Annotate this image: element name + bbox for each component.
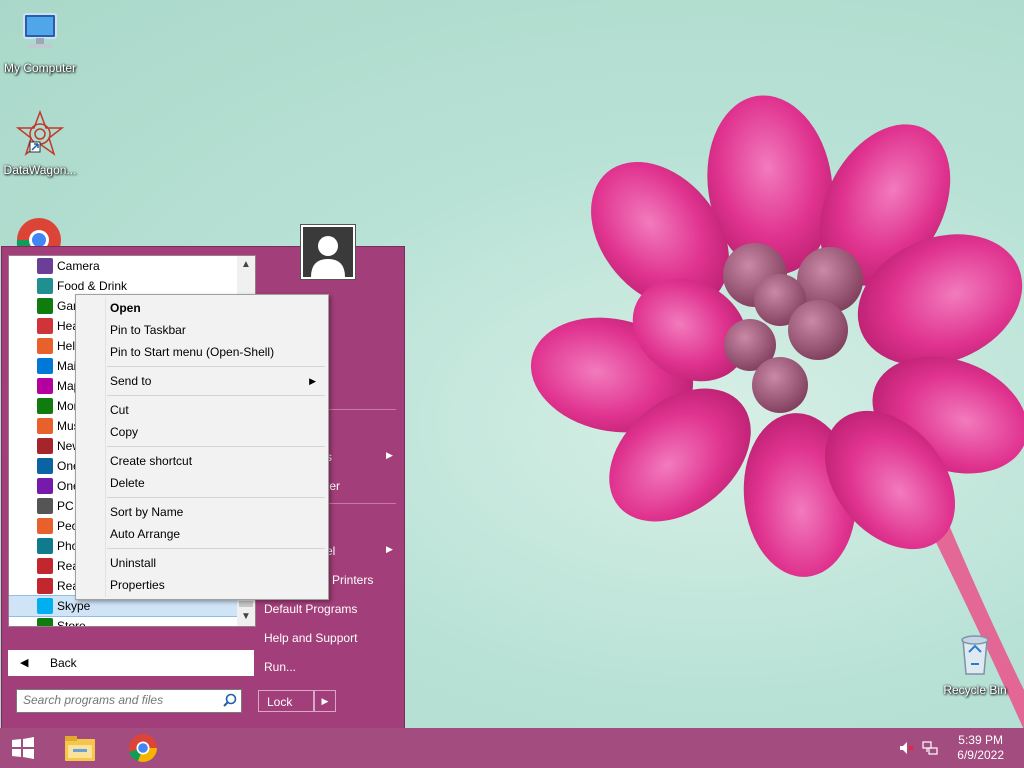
desktop-icon-my-computer[interactable]: My Computer	[0, 8, 80, 75]
search-box[interactable]	[16, 689, 242, 713]
program-icon	[37, 278, 53, 294]
program-icon	[37, 578, 53, 594]
right-item-help-support[interactable]: Help and Support	[264, 631, 357, 645]
ctx-pin-start[interactable]: Pin to Start menu (Open-Shell)	[110, 342, 324, 362]
taskbar: 5:39 PM 6/9/2022	[0, 728, 1024, 768]
desktop-icon-recycle-bin[interactable]: Recycle Bin	[935, 630, 1015, 697]
program-label: Camera	[57, 259, 100, 273]
program-icon	[37, 478, 53, 494]
program-icon	[37, 598, 53, 614]
desktop-icon-label: My Computer	[3, 61, 77, 75]
ctx-open[interactable]: Open	[110, 298, 324, 318]
ctx-send-to[interactable]: Send to ▶	[110, 371, 324, 391]
program-icon	[37, 358, 53, 374]
program-label: Food & Drink	[57, 279, 128, 293]
ctx-sort-by-name[interactable]: Sort by Name	[110, 502, 324, 522]
program-icon	[37, 258, 53, 274]
context-menu: Open Pin to Taskbar Pin to Start menu (O…	[75, 294, 329, 600]
start-button[interactable]	[6, 732, 40, 764]
program-icon	[37, 558, 53, 574]
ctx-auto-arrange[interactable]: Auto Arrange	[110, 524, 324, 544]
lock-options-arrow[interactable]: ▶	[314, 690, 336, 712]
program-icon	[37, 498, 53, 514]
search-icon[interactable]	[223, 693, 237, 707]
program-icon	[37, 338, 53, 354]
program-icon	[37, 298, 53, 314]
chrome-desktop-icon[interactable]	[15, 216, 63, 248]
scrollbar-thumb[interactable]	[239, 601, 253, 607]
file-explorer-icon[interactable]	[63, 732, 97, 764]
submenu-arrow-icon: ▶	[386, 450, 393, 460]
ctx-separator	[107, 366, 325, 367]
ctx-properties[interactable]: Properties	[110, 575, 324, 595]
volume-muted-icon[interactable]	[898, 740, 914, 756]
program-item[interactable]: Camera	[9, 256, 237, 276]
recycle-bin-icon	[961, 635, 989, 675]
program-item[interactable]: Store	[9, 616, 237, 626]
lock-button[interactable]: Lock	[258, 690, 314, 712]
program-icon	[37, 318, 53, 334]
submenu-arrow-icon: ▶	[386, 544, 393, 554]
right-item-default-programs[interactable]: Default Programs	[264, 602, 357, 616]
ctx-pin-taskbar[interactable]: Pin to Taskbar	[110, 320, 324, 340]
program-icon	[37, 618, 53, 626]
ctx-create-shortcut[interactable]: Create shortcut	[110, 451, 324, 471]
program-icon	[37, 538, 53, 554]
scroll-up-arrow[interactable]: ▲	[237, 256, 255, 274]
computer-icon	[23, 13, 57, 48]
user-silhouette-icon	[311, 236, 345, 277]
ctx-separator	[107, 446, 325, 447]
ctx-separator	[107, 497, 325, 498]
right-item-devices-printers[interactable]: Printers	[332, 573, 373, 587]
desktop-icon-datawagon[interactable]: DataWagon...	[0, 109, 80, 177]
right-item-run[interactable]: Run...	[264, 660, 296, 674]
ctx-separator	[107, 395, 325, 396]
back-button[interactable]: ◀ Back	[8, 650, 254, 676]
program-label: Skype	[57, 599, 91, 613]
desktop-icon-label: DataWagon...	[3, 163, 77, 177]
clock-date: 6/9/2022	[957, 748, 1004, 762]
program-icon	[37, 458, 53, 474]
program-icon	[37, 518, 53, 534]
network-icon[interactable]	[922, 740, 938, 756]
program-icon	[37, 438, 53, 454]
ctx-uninstall[interactable]: Uninstall	[110, 553, 324, 573]
datawagon-icon	[15, 109, 65, 156]
back-arrow-icon: ◀	[20, 657, 29, 669]
system-clock[interactable]: 5:39 PM 6/9/2022	[957, 733, 1004, 763]
submenu-arrow-icon: ▶	[309, 376, 316, 386]
ctx-copy[interactable]: Copy	[110, 422, 324, 442]
ctx-separator	[107, 548, 325, 549]
ctx-delete[interactable]: Delete	[110, 473, 324, 493]
chrome-icon[interactable]	[126, 732, 160, 764]
desktop-icon-label: Recycle Bin	[943, 683, 1007, 697]
context-menu-gutter	[105, 297, 106, 597]
scroll-down-arrow[interactable]: ▼	[237, 608, 255, 626]
clock-time: 5:39 PM	[958, 733, 1003, 747]
program-icon	[37, 418, 53, 434]
ctx-cut[interactable]: Cut	[110, 400, 324, 420]
program-label: Store	[57, 619, 86, 626]
user-avatar[interactable]	[300, 224, 356, 280]
program-item[interactable]: Food & Drink	[9, 276, 237, 296]
program-icon	[37, 378, 53, 394]
program-icon	[37, 398, 53, 414]
search-input[interactable]	[17, 690, 213, 710]
